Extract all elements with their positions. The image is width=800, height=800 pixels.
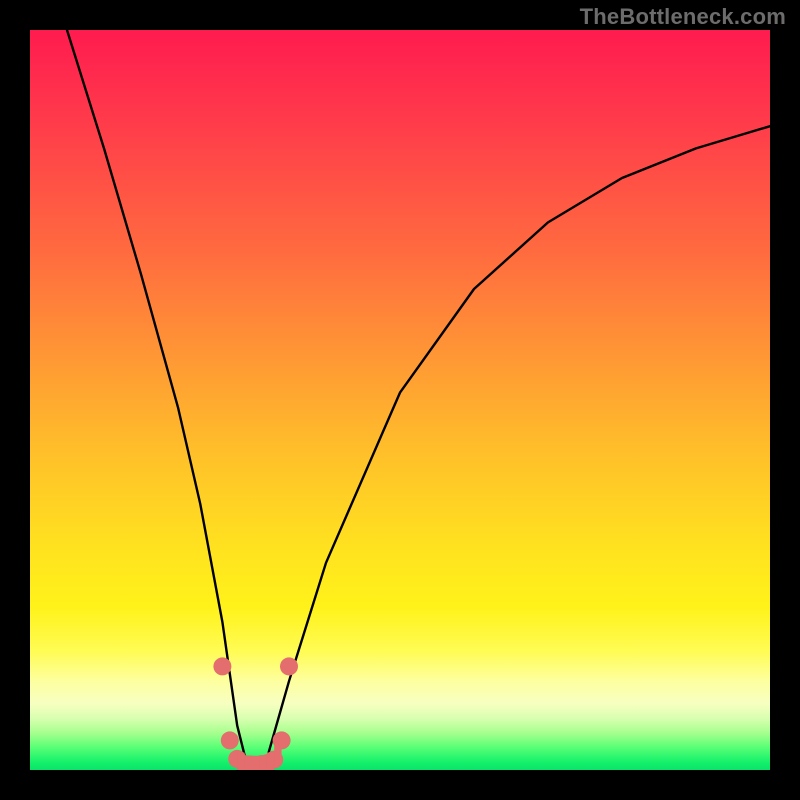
watermark-text: TheBottleneck.com	[580, 4, 786, 30]
highlight-connector	[245, 756, 252, 771]
chart-overlay	[30, 30, 770, 770]
highlight-dot	[213, 657, 231, 675]
highlight-connector	[274, 741, 281, 759]
curve-line	[67, 30, 770, 766]
highlight-markers	[213, 657, 298, 770]
highlight-connector	[259, 755, 266, 770]
highlight-connector	[237, 753, 244, 771]
chart-frame: TheBottleneck.com	[0, 0, 800, 800]
highlight-connector	[252, 756, 259, 770]
highlight-connector	[267, 753, 274, 771]
highlight-dot	[280, 657, 298, 675]
highlight-dot	[221, 731, 239, 749]
plot-area	[30, 30, 770, 770]
